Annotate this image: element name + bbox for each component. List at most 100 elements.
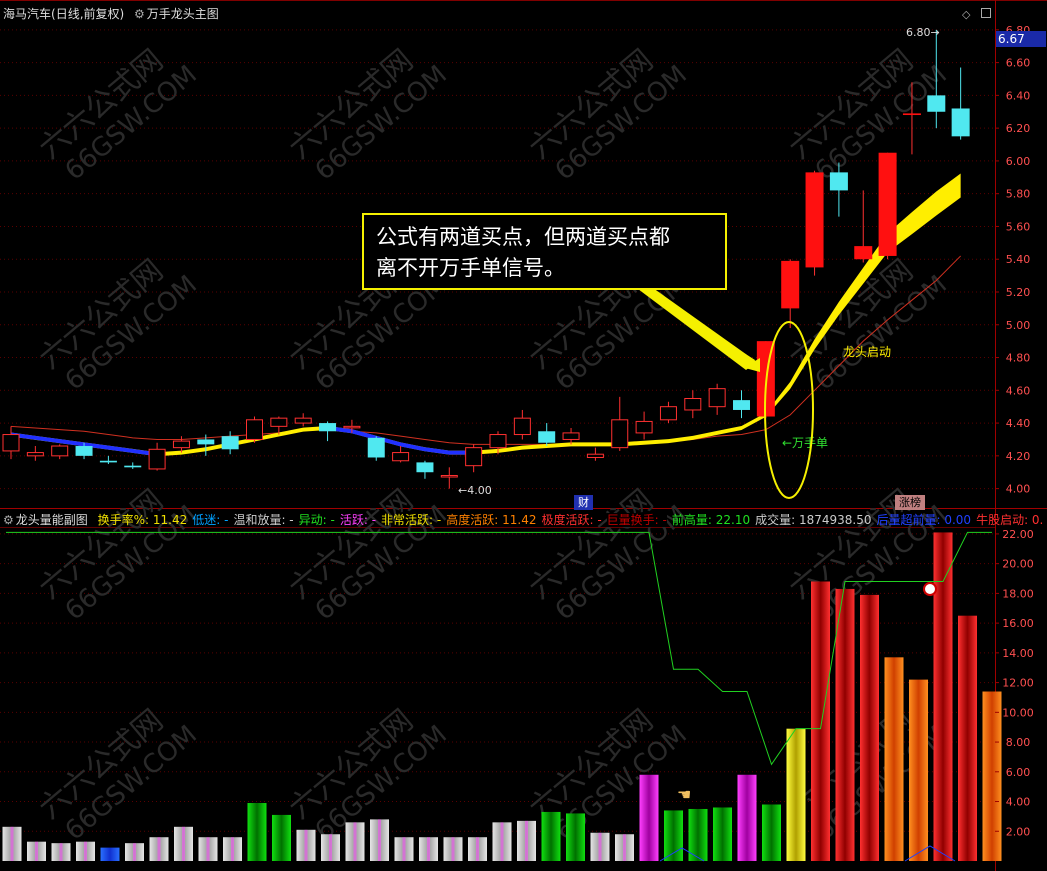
- candle-body-up: [2, 434, 20, 452]
- current-price-box: 6.67: [996, 31, 1046, 47]
- candle-body-up: [440, 475, 458, 478]
- volume-bar: [909, 679, 928, 861]
- period-label[interactable]: (日线,前复权): [51, 7, 124, 21]
- volume-bar-stripe: [378, 819, 381, 861]
- sub-field-11: 后量超前量: 0.00: [876, 513, 972, 527]
- price-tick-label: 4.60: [1006, 384, 1031, 397]
- sub-field-8: 巨量换手: -: [606, 513, 667, 527]
- volume-bar: [860, 594, 879, 861]
- limit-up-marker[interactable]: 涨榜: [895, 495, 925, 510]
- vol-tick-label: 10.00: [1002, 706, 1034, 719]
- candle-body-up: [392, 452, 410, 462]
- price-tick-label: 6.00: [1006, 155, 1031, 168]
- candle-body-up: [805, 172, 824, 268]
- candle-body-up: [708, 388, 726, 408]
- candle-body-down: [99, 460, 117, 463]
- candle-body-up: [902, 113, 921, 116]
- price-tick-label: 6.20: [1006, 122, 1031, 135]
- volume-bar: [541, 811, 561, 861]
- price-tick-label: 5.80: [1006, 188, 1031, 201]
- candle-body-up: [26, 452, 44, 457]
- candle-body-down: [75, 446, 93, 456]
- volume-bar-stripe: [59, 843, 63, 861]
- indicator-gear-icon[interactable]: ⚙: [134, 7, 145, 21]
- volume-bar-stripe: [182, 826, 185, 861]
- wanshou-signal-label: ←万手单: [782, 436, 828, 450]
- volume-bar: [835, 588, 855, 861]
- vol-tick-label: 4.00: [1006, 796, 1031, 809]
- candle-body-up: [489, 434, 507, 449]
- candle-body-up: [343, 425, 361, 429]
- vol-tick-label: 6.00: [1006, 766, 1031, 779]
- stock-name[interactable]: 海马汽车: [3, 7, 51, 21]
- sub-gear-icon[interactable]: ⚙: [3, 513, 14, 527]
- candle-body-down: [927, 95, 946, 112]
- volume-bar-stripe: [525, 820, 528, 861]
- sub-field-1: 低迷: -: [192, 513, 229, 527]
- candle-body-up: [513, 417, 531, 436]
- price-tick-label: 6.60: [1006, 57, 1031, 70]
- sub-indicator-name[interactable]: 龙头量能副图: [16, 513, 88, 527]
- sub-field-2: 温和放量: -: [233, 513, 294, 527]
- candle-body-up: [854, 246, 873, 260]
- candle-body-down: [124, 465, 142, 468]
- volume-bar: [566, 813, 585, 861]
- volume-bar-stripe: [304, 829, 308, 861]
- longtou-start-label: 龙头启动: [843, 345, 891, 359]
- panel-maximize-icon[interactable]: [981, 8, 991, 18]
- candle-body-up: [562, 432, 580, 440]
- volume-bar: [786, 728, 806, 861]
- volume-bar-stripe: [157, 837, 161, 861]
- volume-bar: [811, 581, 830, 861]
- candle-body-up: [270, 417, 288, 427]
- finance-marker[interactable]: 财: [574, 495, 593, 510]
- volume-bar-stripe: [427, 837, 430, 861]
- candle-body-up: [659, 406, 677, 421]
- price-tick-label: 4.00: [1006, 483, 1031, 496]
- main-header: 海马汽车(日线,前复权) ⚙ 万手龙头主图: [3, 5, 225, 23]
- panel-diamond-icon[interactable]: ◇: [962, 8, 970, 21]
- vol-tick-label: 16.00: [1002, 617, 1034, 630]
- vol-tick-label: 14.00: [1002, 647, 1034, 660]
- volume-bar: [958, 615, 977, 861]
- volume-bar-stripe: [623, 834, 626, 861]
- volume-bar-stripe: [500, 822, 504, 861]
- vol-tick-label: 2.00: [1006, 825, 1031, 838]
- price-tick-label: 5.00: [1006, 319, 1031, 332]
- candle-body-up: [51, 445, 69, 457]
- candle-body-down: [319, 423, 337, 432]
- volume-bar-stripe: [84, 841, 87, 861]
- candle-body-up: [586, 453, 604, 458]
- hand-cursor-icon: ☚: [677, 785, 691, 804]
- price-tick-label: 5.40: [1006, 253, 1031, 266]
- candle-body-up: [246, 419, 263, 440]
- volume-bar-stripe: [476, 837, 479, 861]
- volume-bar-stripe: [402, 837, 406, 861]
- price-tick-label: 4.80: [1006, 352, 1031, 365]
- vol-tick-label: 12.00: [1002, 677, 1034, 690]
- volume-bar-stripe: [353, 822, 357, 861]
- sub-field-0: 换手率%: 11.42: [97, 513, 188, 527]
- volume-bar-stripe: [231, 837, 234, 861]
- candle-body-up: [465, 447, 483, 467]
- volume-bar: [762, 804, 781, 861]
- sub-field-5: 非常活跃: -: [381, 513, 442, 527]
- volume-bar-stripe: [133, 843, 136, 861]
- price-tick-label: 6.40: [1006, 89, 1031, 102]
- vol-tick-label: 20.00: [1002, 558, 1034, 571]
- volume-bar: [884, 657, 904, 861]
- price-tick-label: 4.20: [1006, 450, 1031, 463]
- volume-bar-stripe: [598, 832, 602, 861]
- price-tick-label: 5.20: [1006, 286, 1031, 299]
- start-marker-icon: [923, 582, 937, 596]
- volume-bar: [982, 691, 1002, 861]
- candle-body-down: [538, 431, 556, 443]
- volume-bar-stripe: [10, 826, 14, 861]
- candle-body-up: [635, 420, 653, 434]
- volume-bar-stripe: [329, 834, 332, 861]
- main-indicator-name[interactable]: 万手龙头主图: [147, 7, 219, 21]
- volume-bar: [247, 803, 267, 861]
- candle-body-down: [829, 172, 848, 191]
- sub-field-12: 牛股启动: 0.: [976, 513, 1044, 527]
- chart-canvas[interactable]: 六六公式网66GSW.COM 六六公式网66GSW.COM 六六公式网66GSW.C…: [0, 0, 1047, 871]
